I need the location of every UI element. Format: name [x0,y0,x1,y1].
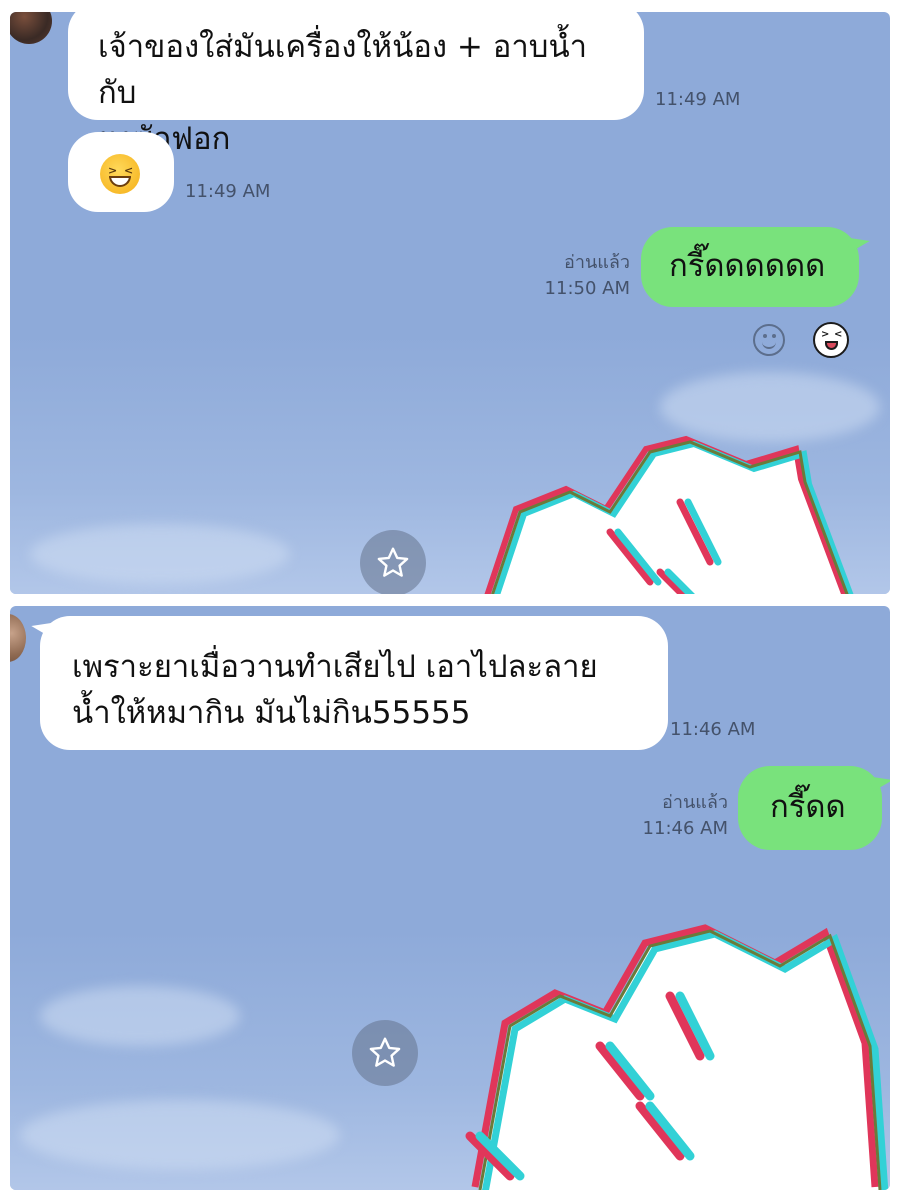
white-cat-sticker[interactable] [450,906,890,1190]
message-timestamp: 11:49 AM [185,181,271,202]
chat-screenshot-top: เจ้าของใส่มันเครื่องให้น้อง + อาบน้ำกับ … [10,12,890,594]
incoming-message-bubble[interactable]: เพราะยาเมื่อวานทำเสียไป เอาไปละลาย น้ำให… [40,616,668,750]
contact-avatar[interactable] [10,614,26,662]
contact-avatar[interactable] [10,12,52,44]
message-text-line: เพราะยาเมื่อวานทำเสียไป เอาไปละลาย [72,649,598,685]
incoming-message-bubble[interactable]: เจ้าของใส่มันเครื่องให้น้อง + อาบน้ำกับ … [68,12,644,157]
message-text-line: เจ้าของใส่มันเครื่องให้น้อง + อาบน้ำกับ [98,29,588,111]
message-text: กรี๊ดดดดดด [669,248,826,284]
message-timestamp: 11:50 AM [544,278,630,299]
laughing-sticker-icon[interactable]: > < [813,322,849,358]
chat-screenshot-bottom: เพราะยาเมื่อวานทำเสียไป เอาไปละลาย น้ำให… [10,606,890,1190]
favorite-button[interactable] [352,1020,418,1086]
cloud [30,524,290,584]
grinning-squinting-face-icon: > < [100,154,140,194]
message-text-line: ผงซักฟอก [98,116,616,162]
message-text-line: น้ำให้หมากิน มันไม่กิน55555 [72,695,471,731]
message-meta: อ่านแล้ว 11:46 AM [622,790,728,842]
incoming-emoji-bubble[interactable]: > < [68,132,174,212]
star-icon [377,547,409,577]
favorite-button[interactable] [360,530,426,594]
message-timestamp: 11:46 AM [642,818,728,839]
read-receipt: อ่านแล้ว [564,252,630,273]
cloud [20,1100,340,1170]
smile-react-icon[interactable] [753,324,785,356]
outgoing-message-bubble[interactable]: กรี๊ดด [738,766,882,850]
star-icon [369,1037,401,1067]
message-timestamp: 11:49 AM [655,89,741,110]
cloud [40,986,240,1046]
white-cat-sticker[interactable] [450,422,890,594]
message-text: กรี๊ดด [770,789,846,825]
outgoing-message-bubble[interactable]: กรี๊ดดดดดด [641,227,859,307]
message-timestamp: 11:46 AM [670,719,756,740]
message-meta: อ่านแล้ว 11:50 AM [530,250,630,302]
read-receipt: อ่านแล้ว [662,792,728,813]
